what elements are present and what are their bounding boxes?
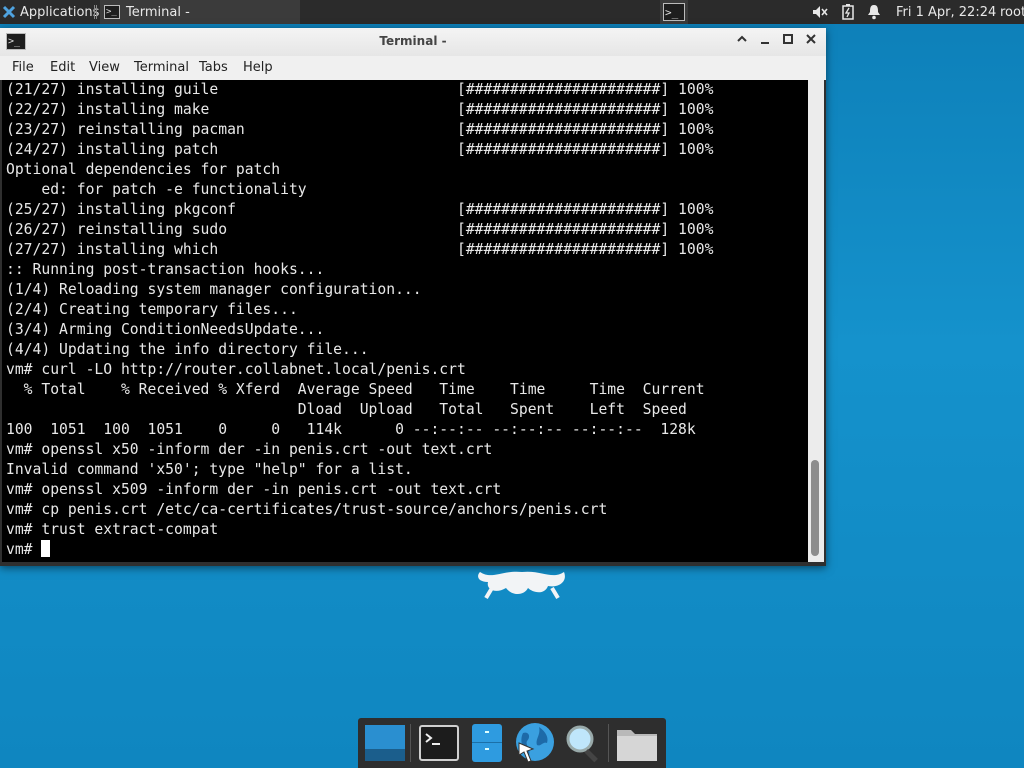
terminal-line: Optional dependencies for patch: [6, 161, 281, 178]
dock-app-finder[interactable]: [560, 720, 606, 766]
terminal-prompt: vm#: [6, 541, 42, 558]
terminal-line: (4/4) Updating the info directory file..…: [6, 341, 369, 358]
minimize-icon[interactable]: [756, 33, 774, 51]
terminal-line: :: Running post-transaction hooks...: [6, 261, 325, 278]
terminal-line: (25/27) installing pkgconf [############…: [6, 201, 714, 218]
terminal-line: (23/27) reinstalling pacman [###########…: [6, 121, 714, 138]
dock-show-desktop[interactable]: [362, 720, 408, 766]
menu-edit[interactable]: Edit: [50, 60, 75, 75]
terminal-line: Dload Upload Total Spent Left Speed: [6, 401, 687, 418]
terminal-window: >_ Terminal - File Edit View Terminal Ta…: [0, 28, 826, 566]
terminal-lines: (21/27) installing guile [##############…: [6, 80, 713, 560]
terminal-line: vm# cp penis.crt /etc/ca-certificates/tr…: [6, 501, 608, 518]
terminal-line: ed: for patch -e functionality: [6, 181, 307, 198]
user-menu[interactable]: root: [1000, 0, 1024, 24]
applications-label: Applications: [20, 4, 100, 20]
applications-menu[interactable]: Applications: [2, 0, 99, 24]
desktop-icon: [365, 725, 405, 761]
terminal-line: (2/4) Creating temporary files...: [6, 301, 298, 318]
taskbar-terminal-label: Terminal -: [126, 4, 190, 20]
dock-terminal[interactable]: [416, 720, 462, 766]
terminal-line: Invalid command 'x50'; type "help" for a…: [6, 461, 413, 478]
dock-files[interactable]: [464, 720, 510, 766]
terminal-line: (21/27) installing guile [##############…: [6, 81, 714, 98]
terminal-line: vm# openssl x509 -inform der -in penis.c…: [6, 481, 502, 498]
menu-tabs[interactable]: Tabs: [199, 60, 228, 75]
taskbar-terminal-button[interactable]: >_ Terminal -: [100, 0, 300, 24]
files-icon: [472, 724, 502, 762]
terminal-icon: >_: [663, 3, 685, 21]
web-browser-icon: [516, 723, 554, 763]
folder-icon: [617, 730, 657, 761]
panel-separator: [92, 5, 98, 19]
terminal-line: (27/27) installing which [##############…: [6, 241, 714, 258]
scrollbar-thumb[interactable]: [811, 460, 819, 556]
apps-icon: [2, 5, 16, 19]
top-panel: Applications >_ Terminal - >_ Fri 1 Apr,…: [0, 0, 1024, 24]
terminal-prompt-line[interactable]: vm#: [6, 540, 713, 560]
maximize-icon[interactable]: [779, 33, 797, 51]
terminal-output[interactable]: (21/27) installing guile [##############…: [2, 80, 808, 562]
dock-home-folder[interactable]: [614, 720, 660, 766]
search-icon: [566, 725, 598, 763]
terminal-line: % Total % Received % Xferd Average Speed…: [6, 381, 705, 398]
terminal-icon: [419, 725, 459, 761]
mouse-mascot-icon: [478, 571, 565, 600]
terminal-line: (1/4) Reloading system manager configura…: [6, 281, 422, 298]
menu-terminal[interactable]: Terminal: [134, 60, 189, 75]
title-bar[interactable]: >_ Terminal -: [0, 28, 826, 57]
shade-icon[interactable]: [733, 33, 751, 51]
terminal-line: (22/27) installing make [###############…: [6, 101, 714, 118]
dock-web-browser[interactable]: [512, 720, 558, 766]
dock-separator: [608, 724, 609, 762]
terminal-line: (3/4) Arming ConditionNeedsUpdate...: [6, 321, 325, 338]
battery-icon[interactable]: [838, 0, 858, 24]
terminal-icon: >_: [104, 5, 120, 19]
terminal-line: vm# trust extract-compat: [6, 521, 219, 538]
menu-view[interactable]: View: [89, 60, 120, 75]
notification-bell-icon[interactable]: [864, 0, 884, 24]
terminal-line: vm# curl -LO http://router.collabnet.loc…: [6, 361, 466, 378]
panel-terminal-launcher[interactable]: >_: [660, 0, 688, 24]
close-icon[interactable]: [802, 33, 820, 51]
dock-separator: [410, 724, 411, 762]
clock[interactable]: Fri 1 Apr, 22:24: [896, 0, 996, 24]
volume-muted-icon[interactable]: [810, 0, 830, 24]
terminal-line: (24/27) installing patch [##############…: [6, 141, 714, 158]
dock: [358, 718, 666, 768]
text-cursor: [41, 540, 51, 557]
menu-help[interactable]: Help: [243, 60, 273, 75]
menu-file[interactable]: File: [12, 60, 34, 75]
terminal-line: vm# openssl x50 -inform der -in penis.cr…: [6, 441, 493, 458]
window-title: Terminal -: [379, 34, 447, 48]
terminal-line: (26/27) reinstalling sudo [#############…: [6, 221, 714, 238]
terminal-line: 100 1051 100 1051 0 0 114k 0 --:--:-- --…: [6, 421, 696, 438]
menu-bar: File Edit View Terminal Tabs Help: [0, 56, 826, 80]
